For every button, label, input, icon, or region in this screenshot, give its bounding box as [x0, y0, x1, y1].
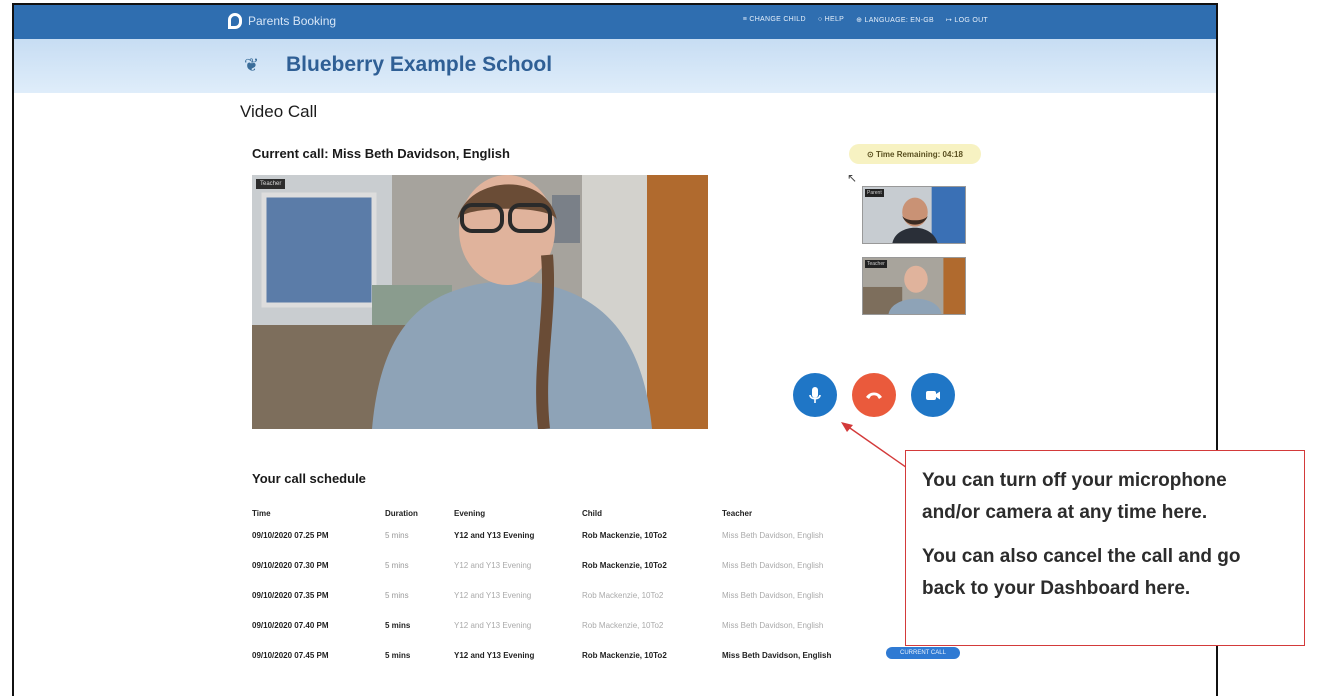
main-video-feed: Teacher	[252, 175, 708, 429]
nav-log-out[interactable]: ↦ LOG OUT	[946, 16, 988, 24]
row-teacher: Miss Beth Davidson, English	[722, 651, 832, 660]
main-video-image	[252, 175, 708, 429]
row-duration: 5 mins	[385, 621, 411, 630]
row-child: Rob Mackenzie, 10To2	[582, 591, 664, 600]
camera-toggle-button[interactable]	[911, 373, 955, 417]
row-duration: 5 mins	[385, 531, 409, 540]
row-time: 09/10/2020 07.45 PM	[252, 651, 329, 660]
school-banner: ❦ Blueberry Example School	[14, 39, 1216, 93]
row-child: Rob Mackenzie, 10To2	[582, 531, 667, 540]
parent-thumb-tag: Parent	[865, 189, 884, 197]
row-child: Rob Mackenzie, 10To2	[582, 561, 667, 570]
teacher-thumb-tag: Teacher	[865, 260, 887, 268]
row-teacher: Miss Beth Davidson, English	[722, 591, 824, 600]
call-schedule-table: Time Duration Evening Child Teacher 09/1…	[252, 503, 972, 675]
mouse-cursor-icon: ↖	[847, 171, 858, 185]
microphone-icon	[809, 387, 821, 403]
row-teacher: Miss Beth Davidson, English	[722, 531, 824, 540]
nav-help[interactable]: ○ HELP	[818, 16, 844, 24]
callout-text-cancel: You can also cancel the call and go back…	[922, 546, 1241, 599]
col-child: Child	[582, 509, 602, 518]
col-time: Time	[252, 509, 271, 518]
end-call-button[interactable]	[852, 373, 896, 417]
col-evening: Evening	[454, 509, 486, 518]
nav-language[interactable]: ⊕ LANGUAGE: EN-GB	[856, 16, 934, 24]
camera-icon	[926, 391, 940, 400]
school-name: Blueberry Example School	[286, 53, 553, 76]
row-evening: Y12 and Y13 Evening	[454, 531, 535, 540]
row-time: 09/10/2020 07.25 PM	[252, 531, 329, 540]
table-row-current: 09/10/2020 07.45 PM 5 mins Y12 and Y13 E…	[252, 645, 972, 675]
time-remaining-badge: ⊙ Time Remaining: 04:18	[849, 144, 981, 164]
col-teacher: Teacher	[722, 509, 753, 518]
brand-label: Parents Booking	[248, 14, 337, 28]
top-navbar: Parents Booking ≡ CHANGE CHILD ○ HELP ⊕ …	[14, 5, 1216, 39]
parents-booking-logo-icon	[228, 13, 242, 29]
row-teacher: Miss Beth Davidson, English	[722, 621, 824, 630]
main-video-tag: Teacher	[256, 179, 286, 189]
schedule-heading: Your call schedule	[252, 471, 366, 486]
row-child: Rob Mackenzie, 10To2	[582, 621, 664, 630]
row-evening: Y12 and Y13 Evening	[454, 591, 532, 600]
teacher-video-thumbnail[interactable]: Teacher	[862, 257, 966, 315]
instruction-callout: You can turn off your microphone and/or …	[905, 450, 1305, 646]
callout-text-mic-camera: You can turn off your microphone and/or …	[922, 470, 1227, 523]
row-time: 09/10/2020 07.40 PM	[252, 621, 329, 630]
brand[interactable]: Parents Booking	[228, 13, 336, 29]
current-call-button[interactable]: CURRENT CALL	[886, 647, 960, 659]
nav-change-child[interactable]: ≡ CHANGE CHILD	[743, 16, 806, 24]
phone-hangup-icon	[866, 392, 882, 399]
table-row: 09/10/2020 07.35 PM 5 mins Y12 and Y13 E…	[252, 585, 972, 615]
row-time: 09/10/2020 07.35 PM	[252, 591, 329, 600]
table-header-row: Time Duration Evening Child Teacher	[252, 503, 972, 525]
row-duration: 5 mins	[385, 561, 409, 570]
row-time: 09/10/2020 07.30 PM	[252, 561, 329, 570]
row-teacher: Miss Beth Davidson, English	[722, 561, 824, 570]
row-duration: 5 mins	[385, 651, 411, 660]
row-evening: Y12 and Y13 Evening	[454, 561, 532, 570]
top-nav-links: ≡ CHANGE CHILD ○ HELP ⊕ LANGUAGE: EN-GB …	[743, 16, 988, 24]
page-title: Video Call	[240, 102, 318, 121]
row-child: Rob Mackenzie, 10To2	[582, 651, 667, 660]
current-call-heading: Current call: Miss Beth Davidson, Englis…	[252, 146, 510, 161]
table-row: 09/10/2020 07.40 PM 5 mins Y12 and Y13 E…	[252, 615, 972, 645]
blueberry-logo-icon: ❦	[244, 55, 260, 75]
row-duration: 5 mins	[385, 591, 409, 600]
row-evening: Y12 and Y13 Evening	[454, 621, 532, 630]
table-row: 09/10/2020 07.25 PM 5 mins Y12 and Y13 E…	[252, 525, 972, 555]
table-row: 09/10/2020 07.30 PM 5 mins Y12 and Y13 E…	[252, 555, 972, 585]
microphone-toggle-button[interactable]	[793, 373, 837, 417]
parent-video-thumbnail[interactable]: Parent	[862, 186, 966, 244]
col-duration: Duration	[385, 509, 418, 518]
row-evening: Y12 and Y13 Evening	[454, 651, 535, 660]
